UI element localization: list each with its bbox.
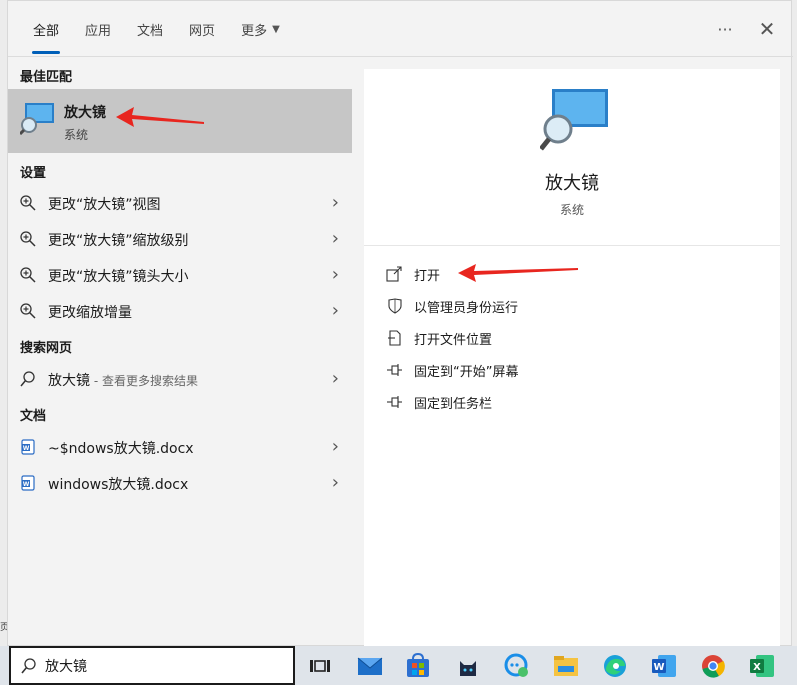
more-options-button[interactable]: ··· (713, 20, 737, 39)
zoom-in-icon (20, 303, 36, 319)
result-label: ~$ndows放大镜.docx (48, 441, 194, 457)
web-query-text: 放大镜 (48, 373, 90, 389)
action-open[interactable]: 打开 (386, 262, 440, 286)
result-detail-pane: 放大镜 系统 打开 以管理员身份运行 打开文件位置 固定到“开始”屏幕 固定到任… (364, 69, 780, 647)
action-label: 打开文件位置 (414, 332, 493, 348)
settings-result-zoom-level[interactable]: 更改“放大镜”缩放级别 › (8, 221, 353, 257)
background-window-edge: 页 (0, 623, 10, 633)
settings-result-view[interactable]: 更改“放大镜”视图 › (8, 185, 353, 221)
annotation-arrow-icon (458, 264, 578, 282)
tab-label: 全部 (33, 23, 60, 39)
taskbar-search-box[interactable] (9, 646, 295, 685)
file-explorer-icon[interactable] (552, 652, 580, 680)
tab-documents[interactable]: 文档 (124, 1, 176, 57)
settings-result-lens-size[interactable]: 更改“放大镜”镜头大小 › (8, 257, 353, 293)
best-match-title: 放大镜 (64, 105, 106, 121)
detail-subtitle: 系统 (559, 203, 584, 217)
svg-text:W: W (653, 662, 664, 673)
document-result[interactable]: W windows放大镜.docx › (8, 465, 353, 501)
chrome-browser-icon[interactable] (699, 652, 727, 680)
result-label: windows放大镜.docx (48, 477, 189, 493)
results-list: 最佳匹配 放大镜 系统 设置 更改“放大镜”视图 › 更改“放大镜”缩放级别 › (8, 58, 353, 646)
result-label: 放大镜 - 查看更多搜索结果 (48, 370, 198, 390)
zoom-in-icon (20, 231, 36, 247)
svg-text:W: W (23, 445, 30, 452)
tab-label: 网页 (189, 23, 216, 39)
web-query-hint: - 查看更多搜索结果 (90, 374, 198, 388)
tab-all[interactable]: 全部 (20, 1, 72, 57)
action-label: 固定到“开始”屏幕 (414, 364, 519, 380)
chevron-right-icon[interactable]: › (332, 264, 339, 285)
action-label: 以管理员身份运行 (414, 300, 519, 316)
chevron-right-icon[interactable]: › (332, 192, 339, 213)
search-input[interactable] (45, 654, 285, 678)
excel-app-icon[interactable]: X (748, 652, 776, 680)
word-document-icon: W (21, 439, 35, 455)
search-icon (20, 371, 35, 387)
result-label: 更改“放大镜”视图 (48, 197, 161, 213)
result-label: 更改“放大镜”镜头大小 (48, 269, 189, 285)
tab-apps[interactable]: 应用 (72, 1, 124, 57)
section-documents: 文档 (20, 409, 47, 424)
file-location-icon (388, 330, 401, 346)
pin-icon (387, 396, 402, 408)
result-label: 更改缩放增量 (48, 305, 132, 321)
shield-icon (388, 298, 402, 314)
chevron-right-icon[interactable]: › (332, 300, 339, 321)
magnifier-app-icon (540, 89, 608, 151)
word-app-icon[interactable]: W (650, 652, 678, 680)
tab-web[interactable]: 网页 (176, 1, 228, 57)
open-icon (386, 266, 402, 282)
best-match-subtitle: 系统 (64, 128, 89, 142)
tab-more[interactable]: 更多 ▼ (228, 1, 293, 57)
edge-browser-icon[interactable] (601, 652, 629, 680)
tab-label: 更多 (241, 23, 268, 39)
cat-app-icon[interactable] (454, 652, 482, 680)
annotation-arrow-icon (116, 107, 204, 127)
search-icon (21, 658, 36, 674)
chevron-right-icon[interactable]: › (332, 436, 339, 457)
search-filter-bar: 全部 应用 文档 网页 更多 ▼ ··· ✕ (8, 1, 793, 57)
web-search-result[interactable]: 放大镜 - 查看更多搜索结果 › (8, 361, 353, 397)
svg-text:X: X (753, 662, 761, 673)
action-pin-to-taskbar[interactable]: 固定到任务栏 (386, 390, 492, 414)
detail-title: 放大镜 (545, 173, 599, 194)
chevron-right-icon[interactable]: › (332, 472, 339, 493)
divider (364, 245, 780, 246)
mail-icon[interactable] (356, 652, 384, 680)
svg-text:W: W (23, 481, 30, 488)
action-label: 固定到任务栏 (414, 396, 493, 412)
magnifier-app-icon (20, 103, 54, 135)
settings-result-zoom-increment[interactable]: 更改缩放增量 › (8, 293, 353, 329)
pin-icon (387, 364, 402, 376)
chevron-right-icon[interactable]: › (332, 228, 339, 249)
action-open-file-location[interactable]: 打开文件位置 (386, 326, 492, 350)
section-best-match: 最佳匹配 (20, 70, 73, 85)
zoom-in-icon (20, 267, 36, 283)
chat-app-icon[interactable] (503, 652, 531, 680)
word-document-icon: W (21, 475, 35, 491)
document-result[interactable]: W ~$ndows放大镜.docx › (8, 429, 353, 465)
zoom-in-icon (20, 195, 36, 211)
section-web-search: 搜索网页 (20, 341, 73, 356)
chevron-right-icon[interactable]: › (332, 368, 339, 389)
action-run-as-admin[interactable]: 以管理员身份运行 (386, 294, 518, 318)
result-label: 更改“放大镜”缩放级别 (48, 233, 189, 249)
store-icon[interactable] (404, 652, 432, 680)
tab-label: 文档 (137, 23, 164, 39)
filter-tabs: 全部 应用 文档 网页 更多 ▼ (20, 1, 293, 57)
search-panel: 全部 应用 文档 网页 更多 ▼ ··· ✕ 最佳匹配 放大镜 系统 设置 更改… (7, 0, 793, 647)
close-button[interactable]: ✕ (755, 17, 779, 41)
section-settings: 设置 (20, 166, 47, 181)
task-view-icon[interactable] (306, 652, 334, 680)
tab-label: 应用 (85, 23, 112, 39)
caret-down-icon: ▼ (272, 23, 280, 35)
action-label: 打开 (414, 268, 441, 284)
action-pin-to-start[interactable]: 固定到“开始”屏幕 (386, 358, 518, 382)
taskbar: W X (0, 646, 797, 685)
